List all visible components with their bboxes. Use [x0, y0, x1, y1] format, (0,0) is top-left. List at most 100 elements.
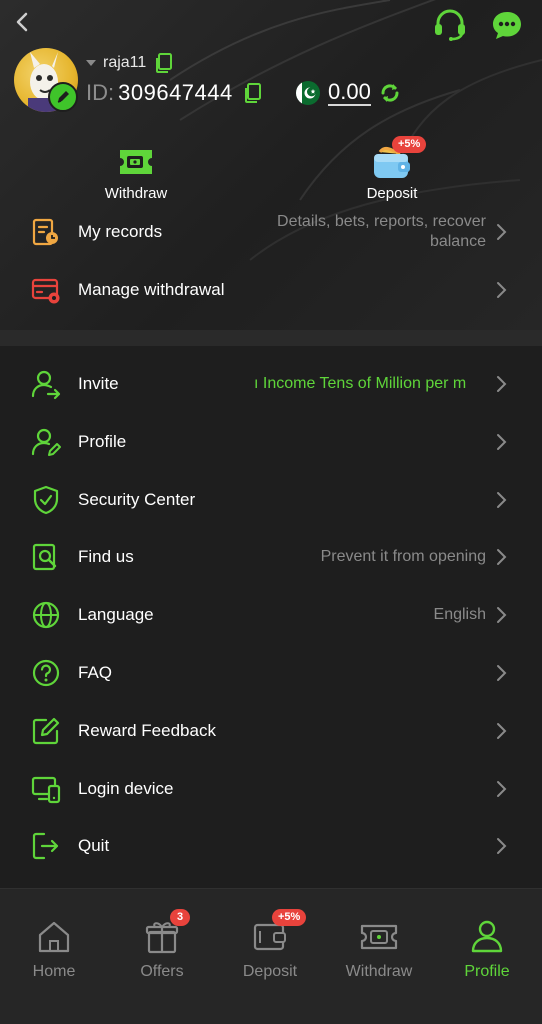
bottom-navigation: Home 3 Offers +5% Deposit Withdraw Profi… — [0, 888, 542, 1024]
withdraw-quick-label: Withdraw — [104, 185, 168, 202]
globe-icon — [32, 601, 60, 629]
menu-item-faq[interactable]: FAQ — [0, 645, 542, 701]
user-id-value: 309647444 — [118, 80, 233, 105]
menu-item-profile[interactable]: Profile — [0, 414, 542, 470]
deposit-quick-icon-wrap: +5% — [370, 136, 427, 182]
chevron-right-icon — [497, 549, 507, 565]
menu-label-manage-withdrawal: Manage withdrawal — [78, 280, 225, 299]
menu-label-reward-feedback: Reward Feedback — [78, 721, 216, 740]
nav-offers-label: Offers — [140, 963, 184, 980]
records-icon — [32, 218, 58, 246]
pakistan-flag-icon — [296, 81, 320, 105]
menu-label-invite: Invite — [78, 374, 119, 393]
search-document-icon — [32, 543, 57, 571]
home-icon — [38, 921, 70, 953]
menu-item-my-records[interactable]: My records Details, bets, reports, recov… — [0, 204, 542, 260]
nav-profile[interactable]: Profile — [437, 917, 537, 981]
pencil-icon — [57, 91, 69, 103]
nav-offers[interactable]: 3 Offers — [112, 909, 212, 981]
back-button[interactable] — [8, 6, 36, 38]
logout-icon — [32, 832, 59, 860]
menu-item-find-us[interactable]: Find us Prevent it from opening — [0, 529, 542, 585]
chat-icon — [493, 12, 521, 39]
withdraw-quick-icon-wrap — [116, 142, 156, 182]
menu-desc-invite-marquee: ı Income Tens of Million per m — [254, 375, 467, 392]
chevron-left-icon — [16, 12, 28, 32]
devices-icon — [31, 776, 61, 804]
nav-withdraw-icon-wrap — [359, 917, 399, 957]
edit-avatar-button[interactable] — [48, 82, 78, 112]
user-id-label: ID: — [86, 80, 115, 105]
chevron-right-icon — [497, 282, 507, 298]
nav-deposit-icon-wrap: +5% — [250, 909, 307, 957]
menu-item-language[interactable]: Language English — [0, 587, 542, 643]
menu-label-faq: FAQ — [78, 663, 113, 682]
nav-withdraw[interactable]: Withdraw — [329, 917, 429, 981]
deposit-quick-button[interactable]: +5% Deposit — [332, 136, 452, 202]
copy-icon[interactable] — [154, 52, 174, 74]
user-id-row: ID: 309647444 — [86, 78, 263, 108]
menu-desc-language: English — [433, 606, 486, 623]
menu-item-login-device[interactable]: Login device — [0, 761, 542, 817]
username-row: raja11 — [86, 50, 174, 76]
nav-offers-icon-wrap: 3 — [142, 909, 191, 957]
user-icon — [471, 920, 503, 953]
nav-profile-label: Profile — [464, 963, 510, 980]
menu-desc-my-records: Details, bets, reports, recover balance — [277, 212, 486, 252]
shield-check-icon — [33, 485, 59, 515]
chevron-right-icon — [497, 376, 507, 392]
menu-desc-find-us: Prevent it from opening — [320, 548, 486, 565]
menu-item-quit[interactable]: Quit — [0, 818, 542, 874]
menu-label-profile: Profile — [78, 432, 127, 451]
menu-item-manage-withdrawal[interactable]: Manage withdrawal — [0, 262, 542, 318]
edit-note-icon — [32, 717, 60, 745]
chevron-right-icon — [497, 607, 507, 623]
deposit-bonus-badge: +5% — [392, 136, 427, 153]
balance-row: 0.00 — [296, 78, 401, 108]
chevron-right-icon — [497, 723, 507, 739]
menu-label-find-us: Find us — [78, 547, 134, 566]
headset-icon — [435, 9, 465, 41]
chevron-right-icon — [497, 492, 507, 508]
caret-down-icon — [86, 60, 96, 66]
profile-screen: raja11 ID: 309647444 0.00 Withdraw +5% D… — [0, 0, 542, 1024]
nav-home-label: Home — [32, 963, 76, 980]
nav-deposit[interactable]: +5% Deposit — [220, 909, 320, 981]
chevron-right-icon — [497, 781, 507, 797]
nav-home-icon-wrap — [34, 917, 74, 957]
card-settings-icon — [31, 278, 60, 304]
question-circle-icon — [32, 659, 60, 687]
customer-support-button[interactable] — [432, 9, 468, 41]
username: raja11 — [103, 54, 147, 71]
deposit-quick-label: Deposit — [366, 185, 418, 202]
nav-profile-icon-wrap — [467, 917, 507, 957]
menu-label-my-records: My records — [78, 222, 163, 241]
nav-deposit-label: Deposit — [242, 963, 298, 980]
nav-home[interactable]: Home — [4, 917, 104, 981]
withdraw-ticket-icon — [360, 924, 398, 950]
withdraw-quick-button[interactable]: Withdraw — [76, 142, 196, 202]
chevron-right-icon — [497, 665, 507, 681]
menu-item-invite[interactable]: Invite ı Income Tens of Million per m — [0, 356, 542, 412]
my-records-desc-line1: Details, bets, reports, recover — [277, 213, 486, 230]
nav-deposit-bonus-badge: +5% — [272, 909, 307, 926]
section-divider — [0, 330, 542, 346]
chevron-right-icon — [497, 838, 507, 854]
menu-label-quit: Quit — [78, 836, 110, 855]
menu-item-security-center[interactable]: Security Center — [0, 472, 542, 528]
menu-item-reward-feedback[interactable]: Reward Feedback — [0, 703, 542, 759]
menu-label-login-device: Login device — [78, 779, 174, 798]
copy-id-icon[interactable] — [243, 82, 263, 104]
nav-withdraw-label: Withdraw — [345, 963, 413, 980]
profile-edit-icon — [31, 428, 61, 456]
my-records-desc-line2: balance — [429, 233, 486, 250]
chevron-right-icon — [497, 224, 507, 240]
offers-count-badge: 3 — [170, 909, 191, 926]
menu-label-language: Language — [78, 605, 154, 624]
invite-user-icon — [31, 370, 61, 400]
chevron-right-icon — [497, 434, 507, 450]
balance-amount: 0.00 — [328, 79, 371, 106]
withdraw-ticket-icon — [120, 150, 152, 174]
chat-button[interactable] — [490, 9, 524, 41]
refresh-icon[interactable] — [379, 82, 401, 104]
